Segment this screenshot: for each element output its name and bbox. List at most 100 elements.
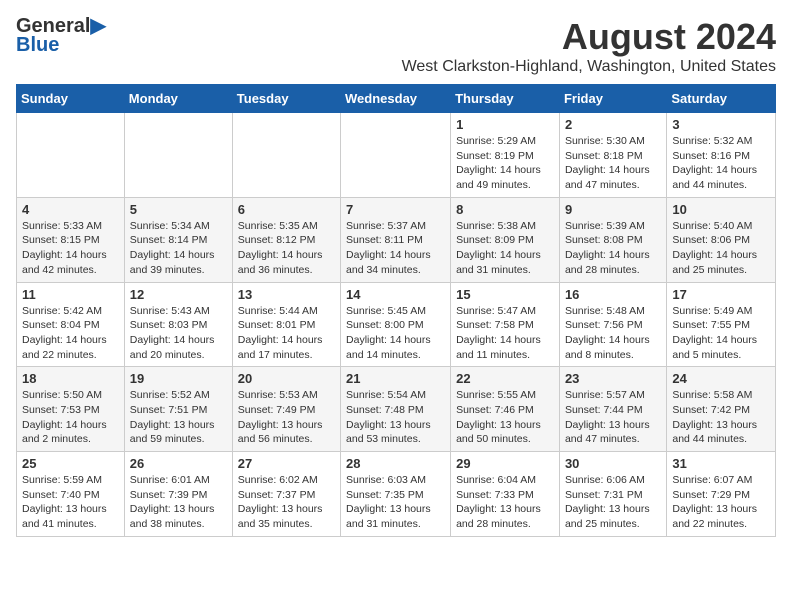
day-number: 11 bbox=[22, 287, 119, 302]
location-title: West Clarkston-Highland, Washington, Uni… bbox=[402, 58, 776, 76]
day-of-week-header: Wednesday bbox=[341, 85, 451, 113]
calendar-cell: 13Sunrise: 5:44 AM Sunset: 8:01 PM Dayli… bbox=[232, 282, 340, 367]
calendar-cell: 18Sunrise: 5:50 AM Sunset: 7:53 PM Dayli… bbox=[17, 367, 125, 452]
day-info: Sunrise: 5:42 AM Sunset: 8:04 PM Dayligh… bbox=[22, 304, 119, 363]
day-of-week-header: Saturday bbox=[667, 85, 776, 113]
calendar-cell: 9 Sunrise: 5:39 AM Sunset: 8:08 PM Daylig… bbox=[559, 197, 666, 282]
day-number: 1 bbox=[456, 117, 554, 132]
day-info: Sunrise: 5:45 AM Sunset: 8:00 PM Dayligh… bbox=[346, 304, 445, 363]
day-info: Sunrise: 6:06 AM Sunset: 7:31 PM Dayligh… bbox=[565, 473, 661, 532]
day-info: Sunrise: 5:57 AM Sunset: 7:44 PM Dayligh… bbox=[565, 388, 661, 447]
calendar-cell: 19 Sunrise: 5:52 AM Sunset: 7:51 PM Dayli… bbox=[124, 367, 232, 452]
calendar-header-row: SundayMondayTuesdayWednesdayThursdayFrid… bbox=[17, 85, 776, 113]
day-of-week-header: Thursday bbox=[451, 85, 560, 113]
day-of-week-header: Sunday bbox=[17, 85, 125, 113]
day-number: 14 bbox=[346, 287, 445, 302]
title-area: August 2024 West Clarkston-Highland, Was… bbox=[402, 16, 776, 76]
day-number: 12 bbox=[130, 287, 227, 302]
logo-blue-text: Blue bbox=[16, 34, 106, 57]
day-info: Sunrise: 5:54 AM Sunset: 7:48 PM Dayligh… bbox=[346, 388, 445, 447]
day-of-week-header: Monday bbox=[124, 85, 232, 113]
calendar-cell: 22 Sunrise: 5:55 AM Sunset: 7:46 PM Dayli… bbox=[451, 367, 560, 452]
day-number: 24 bbox=[672, 371, 770, 386]
day-info: Sunrise: 5:35 AM Sunset: 8:12 PM Dayligh… bbox=[238, 219, 335, 278]
day-info: Sunrise: 5:40 AM Sunset: 8:06 PM Dayligh… bbox=[672, 219, 770, 278]
day-info: Sunrise: 5:55 AM Sunset: 7:46 PM Dayligh… bbox=[456, 388, 554, 447]
day-info: Sunrise: 5:59 AM Sunset: 7:40 PM Dayligh… bbox=[22, 473, 119, 532]
calendar-cell: 5Sunrise: 5:34 AM Sunset: 8:14 PM Daylig… bbox=[124, 197, 232, 282]
calendar-cell: 20Sunrise: 5:53 AM Sunset: 7:49 PM Dayli… bbox=[232, 367, 340, 452]
day-number: 8 bbox=[456, 202, 554, 217]
calendar-cell: 15Sunrise: 5:47 AM Sunset: 7:58 PM Dayli… bbox=[451, 282, 560, 367]
calendar-cell: 16Sunrise: 5:48 AM Sunset: 7:56 PM Dayli… bbox=[559, 282, 666, 367]
calendar-cell: 12 Sunrise: 5:43 AM Sunset: 8:03 PM Dayli… bbox=[124, 282, 232, 367]
calendar-cell: 11 Sunrise: 5:42 AM Sunset: 8:04 PM Dayli… bbox=[17, 282, 125, 367]
calendar-cell: 4 Sunrise: 5:33 AM Sunset: 8:15 PM Daylig… bbox=[17, 197, 125, 282]
calendar-cell: 3 Sunrise: 5:32 AM Sunset: 8:16 PM Daylig… bbox=[667, 113, 776, 198]
day-info: Sunrise: 6:02 AM Sunset: 7:37 PM Dayligh… bbox=[238, 473, 335, 532]
day-number: 19 bbox=[130, 371, 227, 386]
header: General▶ Blue August 2024 West Clarkston… bbox=[16, 16, 776, 76]
calendar-cell: 21 Sunrise: 5:54 AM Sunset: 7:48 PM Dayli… bbox=[341, 367, 451, 452]
calendar-cell: 29Sunrise: 6:04 AM Sunset: 7:33 PM Dayli… bbox=[451, 452, 560, 537]
day-info: Sunrise: 6:03 AM Sunset: 7:35 PM Dayligh… bbox=[346, 473, 445, 532]
day-info: Sunrise: 5:39 AM Sunset: 8:08 PM Dayligh… bbox=[565, 219, 661, 278]
day-number: 22 bbox=[456, 371, 554, 386]
calendar-table: SundayMondayTuesdayWednesdayThursdayFrid… bbox=[16, 84, 776, 537]
day-number: 17 bbox=[672, 287, 770, 302]
day-number: 13 bbox=[238, 287, 335, 302]
day-number: 7 bbox=[346, 202, 445, 217]
day-info: Sunrise: 5:38 AM Sunset: 8:09 PM Dayligh… bbox=[456, 219, 554, 278]
day-info: Sunrise: 5:48 AM Sunset: 7:56 PM Dayligh… bbox=[565, 304, 661, 363]
day-number: 6 bbox=[238, 202, 335, 217]
calendar-cell: 7 Sunrise: 5:37 AM Sunset: 8:11 PM Daylig… bbox=[341, 197, 451, 282]
calendar-cell: 8 Sunrise: 5:38 AM Sunset: 8:09 PM Daylig… bbox=[451, 197, 560, 282]
day-number: 25 bbox=[22, 456, 119, 471]
calendar-cell: 24 Sunrise: 5:58 AM Sunset: 7:42 PM Dayli… bbox=[667, 367, 776, 452]
day-number: 28 bbox=[346, 456, 445, 471]
day-number: 26 bbox=[130, 456, 227, 471]
day-number: 4 bbox=[22, 202, 119, 217]
logo: General▶ Blue bbox=[16, 16, 106, 57]
day-number: 30 bbox=[565, 456, 661, 471]
calendar-cell: 23 Sunrise: 5:57 AM Sunset: 7:44 PM Dayli… bbox=[559, 367, 666, 452]
day-info: Sunrise: 5:37 AM Sunset: 8:11 PM Dayligh… bbox=[346, 219, 445, 278]
day-info: Sunrise: 5:58 AM Sunset: 7:42 PM Dayligh… bbox=[672, 388, 770, 447]
calendar-cell: 31 Sunrise: 6:07 AM Sunset: 7:29 PM Dayli… bbox=[667, 452, 776, 537]
calendar-cell bbox=[124, 113, 232, 198]
day-of-week-header: Friday bbox=[559, 85, 666, 113]
calendar-cell: 2 Sunrise: 5:30 AM Sunset: 8:18 PM Daylig… bbox=[559, 113, 666, 198]
day-info: Sunrise: 5:50 AM Sunset: 7:53 PM Dayligh… bbox=[22, 388, 119, 447]
calendar-cell: 10 Sunrise: 5:40 AM Sunset: 8:06 PM Dayli… bbox=[667, 197, 776, 282]
calendar-cell bbox=[232, 113, 340, 198]
day-number: 10 bbox=[672, 202, 770, 217]
day-info: Sunrise: 5:32 AM Sunset: 8:16 PM Dayligh… bbox=[672, 134, 770, 193]
calendar-week-row: 18Sunrise: 5:50 AM Sunset: 7:53 PM Dayli… bbox=[17, 367, 776, 452]
day-info: Sunrise: 5:30 AM Sunset: 8:18 PM Dayligh… bbox=[565, 134, 661, 193]
calendar-cell bbox=[17, 113, 125, 198]
calendar-cell: 17Sunrise: 5:49 AM Sunset: 7:55 PM Dayli… bbox=[667, 282, 776, 367]
day-info: Sunrise: 5:29 AM Sunset: 8:19 PM Dayligh… bbox=[456, 134, 554, 193]
day-number: 2 bbox=[565, 117, 661, 132]
calendar-cell: 14 Sunrise: 5:45 AM Sunset: 8:00 PM Dayli… bbox=[341, 282, 451, 367]
calendar-cell bbox=[341, 113, 451, 198]
calendar-week-row: 11 Sunrise: 5:42 AM Sunset: 8:04 PM Dayli… bbox=[17, 282, 776, 367]
calendar-cell: 26Sunrise: 6:01 AM Sunset: 7:39 PM Dayli… bbox=[124, 452, 232, 537]
day-number: 23 bbox=[565, 371, 661, 386]
day-number: 9 bbox=[565, 202, 661, 217]
calendar-week-row: 1 Sunrise: 5:29 AM Sunset: 8:19 PM Daylig… bbox=[17, 113, 776, 198]
day-info: Sunrise: 5:43 AM Sunset: 8:03 PM Dayligh… bbox=[130, 304, 227, 363]
day-number: 31 bbox=[672, 456, 770, 471]
month-title: August 2024 bbox=[402, 16, 776, 58]
day-number: 5 bbox=[130, 202, 227, 217]
day-number: 3 bbox=[672, 117, 770, 132]
calendar-cell: 30 Sunrise: 6:06 AM Sunset: 7:31 PM Dayli… bbox=[559, 452, 666, 537]
day-info: Sunrise: 5:33 AM Sunset: 8:15 PM Dayligh… bbox=[22, 219, 119, 278]
calendar-cell: 27Sunrise: 6:02 AM Sunset: 7:37 PM Dayli… bbox=[232, 452, 340, 537]
day-info: Sunrise: 6:07 AM Sunset: 7:29 PM Dayligh… bbox=[672, 473, 770, 532]
calendar-cell: 28 Sunrise: 6:03 AM Sunset: 7:35 PM Dayli… bbox=[341, 452, 451, 537]
calendar-cell: 25 Sunrise: 5:59 AM Sunset: 7:40 PM Dayli… bbox=[17, 452, 125, 537]
day-info: Sunrise: 5:53 AM Sunset: 7:49 PM Dayligh… bbox=[238, 388, 335, 447]
day-number: 21 bbox=[346, 371, 445, 386]
day-info: Sunrise: 5:52 AM Sunset: 7:51 PM Dayligh… bbox=[130, 388, 227, 447]
